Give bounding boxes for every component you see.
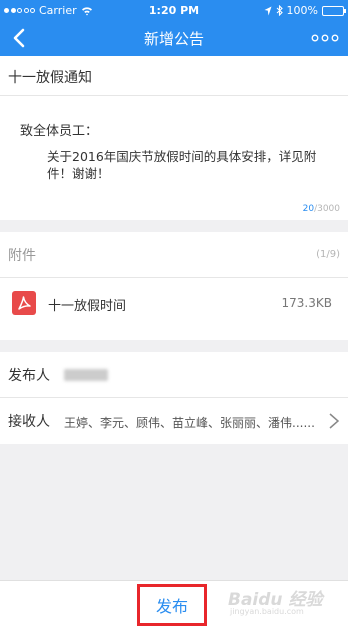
location-icon xyxy=(264,6,272,15)
nav-bar: 新增公告 xyxy=(0,20,348,56)
more-dots-icon[interactable] xyxy=(310,28,340,48)
watermark: Baidu 经验 jingyan.baidu.com xyxy=(228,583,340,623)
notice-content-field[interactable]: 致全体员工： 关于2016年国庆节放假时间的具体安排，详见附件！谢谢！ 20/3… xyxy=(0,96,348,220)
recipients-label: 接收人 xyxy=(8,414,50,430)
status-right: 100% xyxy=(264,4,346,17)
notice-title-field[interactable]: 十一放假通知 xyxy=(0,56,348,96)
publisher-label: 发布人 xyxy=(8,368,50,384)
notice-greeting: 致全体员工： xyxy=(20,124,99,139)
recipients-names: 王婷、李元、顾伟、苗立峰、张丽丽、潘伟...... xyxy=(64,416,315,430)
char-limit: /3000 xyxy=(314,204,340,214)
chevron-right-icon xyxy=(329,413,340,429)
pdf-icon xyxy=(12,291,36,315)
attachments-label: 附件 xyxy=(8,248,36,264)
attachments-header[interactable]: 附件 (1/9) xyxy=(0,232,348,278)
char-count: 20 xyxy=(302,204,315,214)
recipients-row[interactable]: 接收人 王婷、李元、顾伟、苗立峰、张丽丽、潘伟...... xyxy=(0,398,348,444)
watermark-url: jingyan.baidu.com xyxy=(230,607,304,616)
bluetooth-icon xyxy=(276,5,283,16)
attachment-name: 十一放假时间 xyxy=(48,299,127,314)
notice-body: 关于2016年国庆节放假时间的具体安排，详见附件！谢谢！ xyxy=(47,149,317,181)
attachments-count: (1/9) xyxy=(316,249,340,260)
attachments-section: 附件 (1/9) 十一放假时间 173.3KB xyxy=(0,232,348,340)
notice-title-text: 十一放假通知 xyxy=(8,70,92,86)
battery-icon xyxy=(322,5,346,16)
attachment-item[interactable]: 十一放假时间 173.3KB xyxy=(0,278,348,332)
publish-button[interactable]: 发布 xyxy=(137,584,207,626)
publisher-name-blurred xyxy=(64,369,108,381)
people-section: 发布人 接收人 王婷、李元、顾伟、苗立峰、张丽丽、潘伟...... xyxy=(0,352,348,444)
battery-percent: 100% xyxy=(286,4,318,17)
status-bar: Carrier 1:20 PM 100% xyxy=(0,0,348,20)
char-counter: 20/3000 xyxy=(303,204,340,214)
attachment-size: 173.3KB xyxy=(281,296,332,310)
page-title: 新增公告 xyxy=(143,30,204,48)
footer-bar: 发布 Baidu 经验 jingyan.baidu.com xyxy=(0,580,348,627)
publisher-row: 发布人 xyxy=(0,352,348,398)
